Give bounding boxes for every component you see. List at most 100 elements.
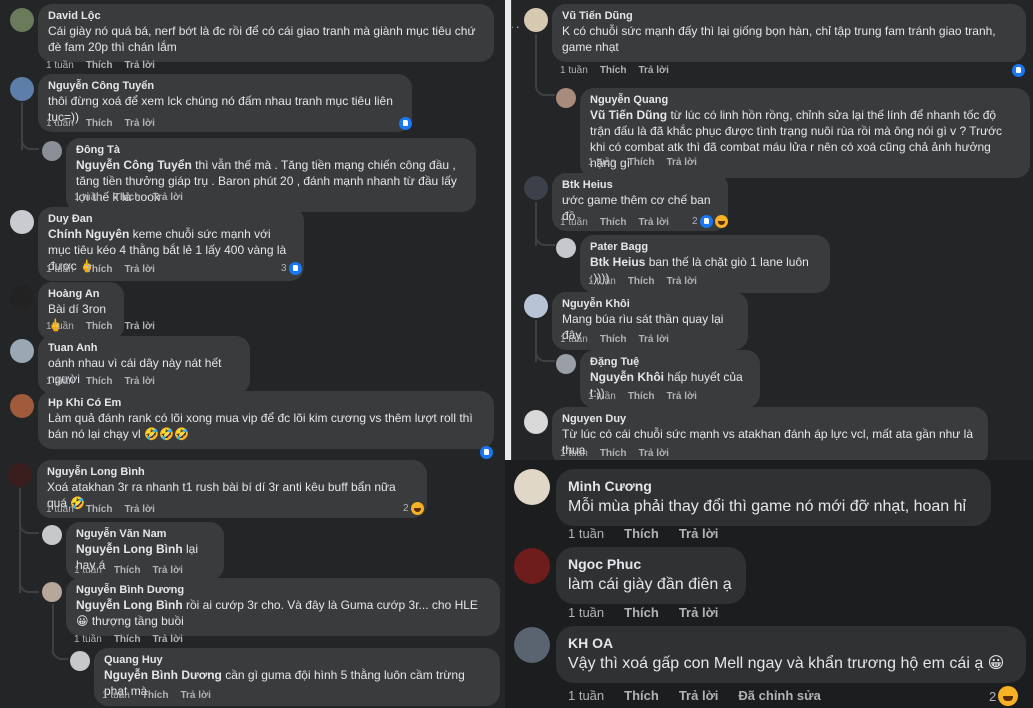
mention-link[interactable]: Nguyễn Công Tuyển bbox=[76, 158, 192, 172]
reply-button[interactable]: Trả lời bbox=[638, 217, 668, 228]
comment-author[interactable]: Nguyễn Khôi bbox=[562, 298, 738, 311]
comment-time[interactable]: 1 tuần bbox=[74, 634, 102, 645]
comment-time[interactable]: 1 tuần bbox=[588, 391, 616, 402]
avatar[interactable] bbox=[10, 8, 34, 32]
reply-button[interactable]: Trả lời bbox=[666, 391, 696, 402]
avatar[interactable] bbox=[514, 469, 550, 505]
mention-link[interactable]: Btk Heius bbox=[590, 255, 645, 269]
avatar[interactable] bbox=[42, 141, 62, 161]
reaction-summary[interactable] bbox=[399, 117, 412, 130]
like-button[interactable]: Thích bbox=[600, 448, 627, 459]
avatar[interactable] bbox=[10, 339, 34, 363]
like-button[interactable]: Thích bbox=[114, 634, 141, 645]
reply-button[interactable]: Trả lời bbox=[666, 276, 696, 287]
comment-time[interactable]: 1 tuần bbox=[46, 264, 74, 275]
like-button[interactable]: Thích bbox=[624, 605, 659, 620]
comment-author[interactable]: Btk Heius bbox=[562, 179, 718, 192]
comment-author[interactable]: Minh Cương bbox=[568, 477, 979, 495]
mention-link[interactable]: Nguyễn Long Bình bbox=[76, 598, 183, 612]
comment-author[interactable]: Quang Huy bbox=[104, 654, 490, 667]
comment-author[interactable]: Nguyễn Long Bình bbox=[47, 466, 417, 479]
like-button[interactable]: Thích bbox=[114, 192, 141, 203]
more-options-icon[interactable]: ··· bbox=[512, 18, 521, 34]
reply-button[interactable]: Trả lời bbox=[638, 334, 668, 345]
reaction-summary[interactable]: 2 bbox=[692, 215, 728, 228]
comment-author[interactable]: Đặng Tuệ bbox=[590, 356, 750, 369]
avatar[interactable] bbox=[556, 354, 576, 374]
comment-author[interactable]: Nguyễn Quang bbox=[590, 94, 1020, 107]
comment-author[interactable]: KH OA bbox=[568, 634, 1014, 652]
comment-author[interactable]: David Lộc bbox=[48, 10, 484, 23]
comment-author[interactable]: Nguyen Duy bbox=[562, 413, 978, 426]
avatar[interactable] bbox=[556, 88, 576, 108]
mention-link[interactable]: Nguyễn Khôi bbox=[590, 370, 664, 384]
avatar[interactable] bbox=[524, 8, 548, 32]
reply-button[interactable]: Trả lời bbox=[152, 565, 182, 576]
like-button[interactable]: Thích bbox=[628, 276, 655, 287]
like-button[interactable]: Thích bbox=[628, 157, 655, 168]
reply-button[interactable]: Trả lời bbox=[124, 376, 154, 387]
mention-link[interactable]: Vũ Tiến Dũng bbox=[590, 108, 667, 122]
comment-author[interactable]: Pater Bagg bbox=[590, 241, 820, 254]
comment-time[interactable]: 1 tuần bbox=[102, 690, 130, 701]
like-button[interactable]: Thích bbox=[86, 321, 113, 332]
avatar[interactable] bbox=[10, 285, 34, 309]
comment-author[interactable]: Nguyễn Bình Dương bbox=[76, 584, 490, 597]
comment-author[interactable]: Đông Tà bbox=[76, 144, 466, 157]
mention-link[interactable]: Nguyễn Bình Dương bbox=[104, 668, 222, 682]
avatar[interactable] bbox=[70, 651, 90, 671]
reaction-summary[interactable] bbox=[480, 446, 493, 459]
avatar[interactable] bbox=[524, 294, 548, 318]
comment-author[interactable]: Nguyễn Văn Nam bbox=[76, 528, 214, 541]
avatar[interactable] bbox=[10, 394, 34, 418]
comment-time[interactable]: 1 tuần bbox=[46, 376, 74, 387]
reply-button[interactable]: Trả lời bbox=[124, 321, 154, 332]
reaction-summary[interactable] bbox=[1012, 64, 1025, 77]
comment-author[interactable]: Hp Khi Có Em bbox=[48, 397, 484, 410]
comment-time[interactable]: 1 tuần bbox=[74, 192, 102, 203]
like-button[interactable]: Thích bbox=[624, 526, 659, 541]
comment-time[interactable]: 1 tuần bbox=[568, 688, 604, 703]
avatar[interactable] bbox=[524, 176, 548, 200]
comment-author[interactable]: Vũ Tiến Dũng bbox=[562, 10, 1016, 23]
comment-time[interactable]: 1 tuần bbox=[46, 504, 74, 515]
reply-button[interactable]: Trả lời bbox=[638, 65, 668, 76]
like-button[interactable]: Thích bbox=[86, 504, 113, 515]
avatar[interactable] bbox=[42, 525, 62, 545]
reply-button[interactable]: Trả lời bbox=[124, 60, 154, 71]
reaction-summary[interactable]: 2 bbox=[403, 502, 424, 515]
like-button[interactable]: Thích bbox=[142, 690, 169, 701]
comment-author[interactable]: Duy Đan bbox=[48, 213, 294, 226]
reply-button[interactable]: Trả lời bbox=[152, 192, 182, 203]
reply-button[interactable]: Trả lời bbox=[679, 526, 719, 541]
reaction-summary[interactable]: 3 bbox=[281, 262, 302, 275]
like-button[interactable]: Thích bbox=[624, 688, 659, 703]
reply-button[interactable]: Trả lời bbox=[638, 448, 668, 459]
like-button[interactable]: Thích bbox=[600, 334, 627, 345]
comment-author[interactable]: Tuan Anh bbox=[48, 342, 240, 355]
comment-time[interactable]: 1 tuần bbox=[560, 65, 588, 76]
like-button[interactable]: Thích bbox=[86, 60, 113, 71]
comment-time[interactable]: 1 tuần bbox=[568, 605, 604, 620]
reply-button[interactable]: Trả lời bbox=[666, 157, 696, 168]
reply-button[interactable]: Trả lời bbox=[679, 605, 719, 620]
reply-button[interactable]: Trả lời bbox=[152, 634, 182, 645]
comment-time[interactable]: 1 tuần bbox=[560, 217, 588, 228]
like-button[interactable]: Thích bbox=[628, 391, 655, 402]
mention-link[interactable]: Chính Nguyên bbox=[48, 227, 129, 241]
avatar[interactable] bbox=[514, 627, 550, 663]
reaction-summary[interactable]: 2 bbox=[989, 686, 1019, 706]
comment-time[interactable]: 1 tuần bbox=[588, 157, 616, 168]
avatar[interactable] bbox=[556, 238, 576, 258]
comment-time[interactable]: 1 tuần bbox=[46, 60, 74, 71]
like-button[interactable]: Thích bbox=[600, 217, 627, 228]
avatar[interactable] bbox=[10, 77, 34, 101]
avatar[interactable] bbox=[514, 548, 550, 584]
avatar[interactable] bbox=[524, 410, 548, 434]
comment-author[interactable]: Nguyễn Công Tuyển bbox=[48, 80, 402, 93]
comment-time[interactable]: 1 tuần bbox=[560, 448, 588, 459]
avatar[interactable] bbox=[8, 463, 32, 487]
reply-button[interactable]: Trả lời bbox=[124, 118, 154, 129]
reply-button[interactable]: Trả lời bbox=[124, 264, 154, 275]
like-button[interactable]: Thích bbox=[86, 376, 113, 387]
